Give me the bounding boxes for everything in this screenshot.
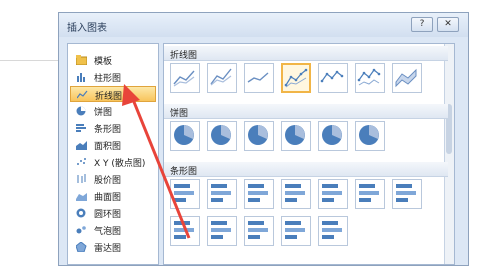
sidebar-item-label: 股价图 <box>94 176 122 186</box>
chart-subtype-thumbnail[interactable] <box>355 179 385 209</box>
sidebar-item-label: 条形图 <box>94 125 122 135</box>
sidebar-item[interactable]: 曲面图 <box>70 188 156 204</box>
chart-subtype-thumbnail[interactable] <box>318 63 348 93</box>
chart-subtype-thumbnail[interactable] <box>281 179 311 209</box>
chart-subtype-thumbnail[interactable] <box>281 121 311 151</box>
sidebar-item-label: 雷达图 <box>94 244 122 254</box>
chart-subtype-thumbnail[interactable] <box>170 179 200 209</box>
chart-subtype-thumbnail[interactable] <box>392 63 422 93</box>
chart-subtype-thumbnail[interactable] <box>318 121 348 151</box>
chart-subtype-thumbnail[interactable] <box>318 179 348 209</box>
chart-gallery: 折线图 饼图 条形图 <box>163 43 455 265</box>
sidebar-item[interactable]: 气泡图 <box>70 222 156 238</box>
close-button[interactable]: ✕ <box>437 17 459 32</box>
column-chart-icon <box>76 72 87 82</box>
sidebar-item[interactable]: 模板 <box>70 52 156 68</box>
chart-subtype-thumbnail[interactable] <box>281 216 311 246</box>
sidebar-item-label: 圆环图 <box>94 210 122 220</box>
gallery-section-header: 饼图 <box>164 104 448 119</box>
sidebar-item[interactable]: X Y (散点图) <box>70 154 156 170</box>
chart-subtype-thumbnail[interactable] <box>355 121 385 151</box>
sidebar-item-label: 折线图 <box>95 92 123 102</box>
chart-subtype-thumbnail[interactable] <box>281 63 311 93</box>
sidebar-item-label: 面积图 <box>94 142 122 152</box>
chart-subtype-thumbnail[interactable] <box>170 63 200 93</box>
sidebar-item[interactable]: 条形图 <box>70 120 156 136</box>
sidebar-item-label: 曲面图 <box>94 193 122 203</box>
gallery-section-header: 条形图 <box>164 162 448 177</box>
chart-subtype-thumbnail[interactable] <box>207 179 237 209</box>
insert-chart-dialog: 插入图表 ? ✕ 模板 柱形图 折线图 饼图 条形图 面积图 X Y (散点图) 股价图 曲面图… <box>58 12 469 266</box>
chart-subtype-thumbnail[interactable] <box>244 63 274 93</box>
chart-subtype-thumbnail[interactable] <box>170 216 200 246</box>
document-line <box>0 60 60 61</box>
section-label: 折线图 <box>170 51 198 61</box>
chart-subtype-thumbnail[interactable] <box>207 216 237 246</box>
dialog-title: 插入图表 <box>67 23 107 34</box>
chart-subtype-thumbnail[interactable] <box>207 63 237 93</box>
area-chart-icon <box>76 140 87 150</box>
line-chart-icon <box>76 90 88 100</box>
chart-subtype-thumbnail[interactable] <box>244 216 274 246</box>
sidebar-item[interactable]: 折线图 <box>70 86 156 102</box>
sidebar-item[interactable]: 面积图 <box>70 137 156 153</box>
sidebar-item-label: 柱形图 <box>94 74 122 84</box>
chart-subtype-thumbnail[interactable] <box>355 63 385 93</box>
chart-subtype-thumbnail[interactable] <box>392 179 422 209</box>
section-label: 饼图 <box>170 109 189 119</box>
chart-subtype-thumbnail[interactable] <box>207 121 237 151</box>
sidebar-item-label: 模板 <box>94 57 113 67</box>
radar-chart-icon <box>75 241 87 253</box>
stock-chart-icon <box>76 174 87 184</box>
chart-subtype-thumbnail[interactable] <box>318 216 348 246</box>
sidebar-item-label: 气泡图 <box>94 227 122 237</box>
bubble-chart-icon <box>76 225 87 235</box>
sidebar-item-label: 饼图 <box>94 108 113 118</box>
chart-subtype-thumbnail[interactable] <box>244 121 274 151</box>
folder-icon <box>75 55 88 66</box>
section-label: 条形图 <box>170 167 198 177</box>
help-button[interactable]: ? <box>411 17 433 32</box>
scatter-chart-icon <box>76 157 87 167</box>
chart-subtype-thumbnail[interactable] <box>244 179 274 209</box>
gallery-section-header: 折线图 <box>164 46 448 61</box>
bar-chart-icon <box>76 123 87 133</box>
pie-chart-icon <box>76 106 87 116</box>
sidebar-item[interactable]: 饼图 <box>70 103 156 119</box>
sidebar-item[interactable]: 雷达图 <box>70 239 156 255</box>
sidebar-item-label: X Y (散点图) <box>94 159 146 169</box>
chart-subtype-thumbnail[interactable] <box>170 121 200 151</box>
gallery-scrollbar[interactable] <box>444 44 454 264</box>
doughnut-chart-icon <box>76 208 87 218</box>
sidebar-item[interactable]: 股价图 <box>70 171 156 187</box>
surface-chart-icon <box>76 191 87 201</box>
sidebar-item[interactable]: 圆环图 <box>70 205 156 221</box>
chart-type-list: 模板柱形图折线图饼图条形图面积图 X Y (散点图) 股价图曲面图圆环图气泡图雷达图 <box>67 43 159 265</box>
title-bar: 插入图表 ? ✕ <box>59 13 468 37</box>
sidebar-item[interactable]: 柱形图 <box>70 69 156 85</box>
